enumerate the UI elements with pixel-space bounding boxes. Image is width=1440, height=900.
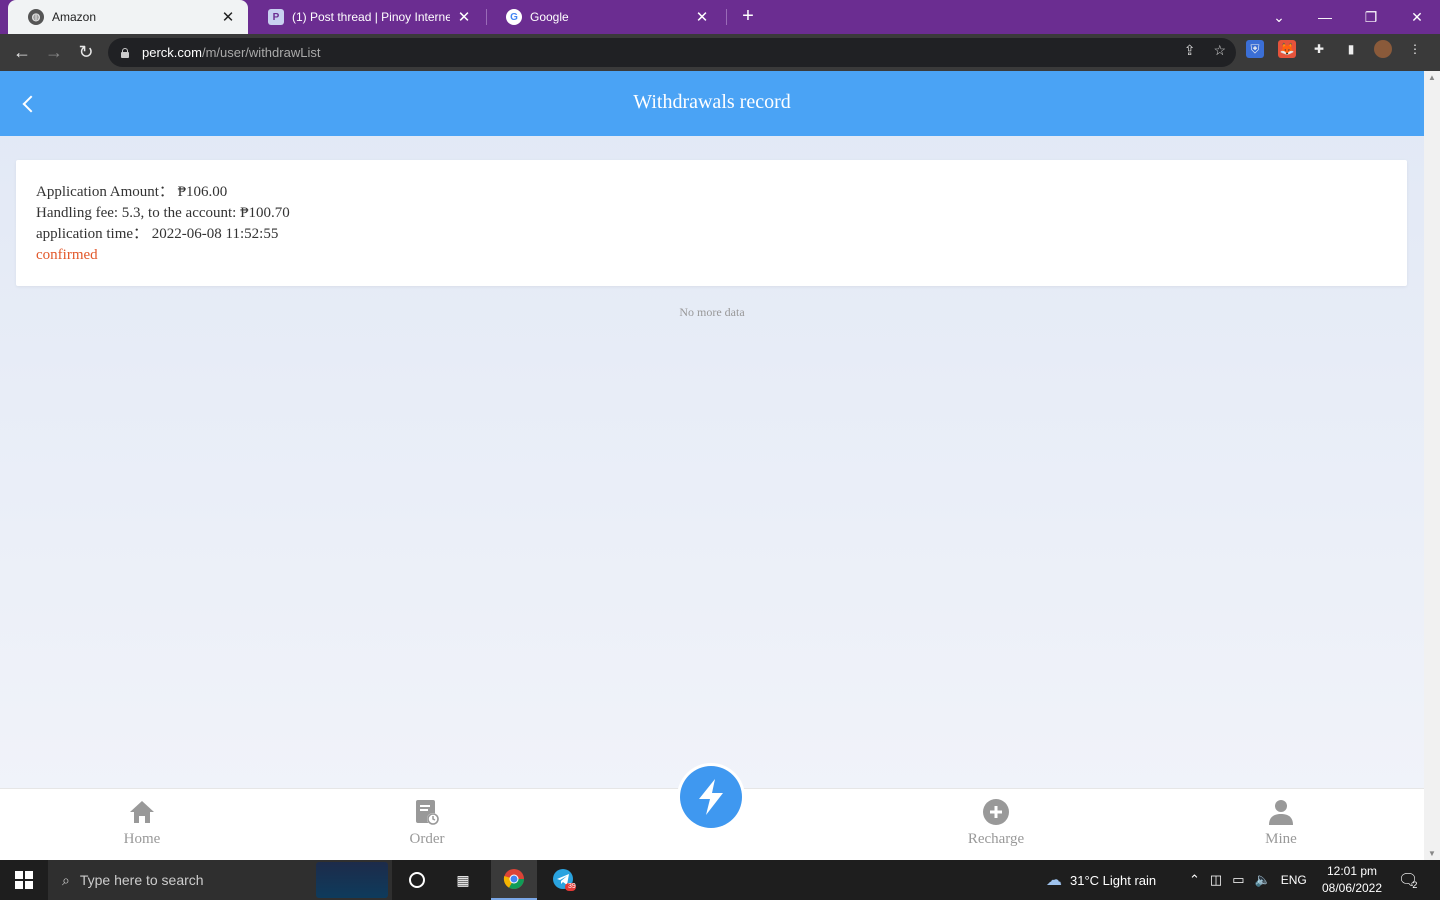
- puzzle-extensions-icon[interactable]: ✚: [1310, 40, 1328, 58]
- extension-icons: ⛨ 🦊 ✚ ▮ ⋮: [1246, 40, 1424, 58]
- handling-fee: Handling fee: 5.3, to the account: ₱100.…: [36, 205, 290, 221]
- application-amount: Application Amount： ₱106.00: [36, 184, 228, 200]
- tab-google[interactable]: G Google ✕: [486, 0, 722, 34]
- windows-taskbar: ⌕ Type here to search ▦ 39 ☁ 31°C Light …: [0, 860, 1440, 900]
- url-path: /m/user/withdrawList: [201, 45, 321, 60]
- globe-icon: ◍: [28, 9, 44, 25]
- system-tray: ⌃ ◫ ▭ 🔈 ENG: [1189, 860, 1307, 900]
- tab-title: (1) Post thread | Pinoy Internet ar: [292, 10, 450, 24]
- back-arrow-icon[interactable]: ←: [6, 37, 38, 69]
- app-header: Withdrawals record: [0, 71, 1424, 136]
- search-icon: ⌕: [62, 871, 70, 888]
- url-host: perck.com: [142, 45, 202, 60]
- network-icon[interactable]: ▭: [1232, 872, 1244, 888]
- share-icon[interactable]: ⇪: [1184, 42, 1196, 59]
- chevron-up-icon[interactable]: ⌃: [1189, 872, 1200, 888]
- browser-toolbar: ← → ↻ perck.com/m/user/withdrawList ⇪ ☆: [0, 34, 1440, 71]
- nav-home-label: Home: [123, 831, 161, 847]
- search-placeholder: Type here to search: [79, 872, 204, 888]
- lightning-icon: [680, 766, 742, 828]
- profile-avatar[interactable]: [1374, 40, 1392, 58]
- nav-mine[interactable]: Mine: [1221, 797, 1341, 848]
- clock-date: 08/06/2022: [1321, 881, 1383, 895]
- cortana-circle-icon[interactable]: [394, 860, 440, 900]
- nav-recharge-label: Recharge: [967, 831, 1025, 847]
- close-window-button[interactable]: ✕: [1394, 0, 1440, 34]
- side-panel-icon[interactable]: ▮: [1342, 40, 1360, 58]
- clock-time: 12:01 pm: [1326, 864, 1378, 878]
- home-icon: [127, 797, 157, 827]
- reload-icon[interactable]: ↻: [70, 37, 102, 69]
- close-tab-icon[interactable]: ✕: [456, 8, 472, 26]
- new-tab-button[interactable]: +: [738, 5, 758, 28]
- page-viewport: Withdrawals record Application Amount： ₱…: [0, 71, 1424, 860]
- scroll-up-icon[interactable]: ▲: [1428, 73, 1436, 82]
- fox-extension-icon[interactable]: 🦊: [1278, 40, 1296, 58]
- rain-cloud-icon: ☁: [1046, 872, 1062, 889]
- forum-favicon-icon: P: [268, 9, 284, 25]
- tab-search-icon[interactable]: ⌄: [1256, 0, 1302, 34]
- application-time: application time： 2022-06-08 11:52:55: [36, 226, 279, 242]
- nav-home[interactable]: Home: [82, 797, 202, 848]
- search-highlight-illustration: [316, 862, 388, 898]
- weather-text: 31°C Light rain: [1070, 872, 1157, 888]
- quick-action-button[interactable]: [677, 763, 745, 831]
- nav-order-label: Order: [409, 831, 445, 847]
- language-indicator[interactable]: ENG: [1281, 873, 1307, 887]
- tab-divider: [726, 9, 727, 25]
- windows-start-icon[interactable]: [0, 860, 48, 900]
- order-clock-icon: [412, 797, 442, 827]
- restore-button[interactable]: ❐: [1348, 0, 1394, 34]
- no-more-data-text: No more data: [679, 305, 745, 319]
- nav-recharge[interactable]: Recharge: [936, 797, 1056, 848]
- tab-pinoy-internet[interactable]: P (1) Post thread | Pinoy Internet ar ✕: [248, 0, 484, 34]
- minimize-button[interactable]: —: [1302, 0, 1348, 34]
- tab-amazon[interactable]: ◍ Amazon ✕: [8, 0, 248, 34]
- address-bar[interactable]: perck.com/m/user/withdrawList ⇪ ☆: [108, 38, 1236, 67]
- close-tab-icon[interactable]: ✕: [220, 8, 236, 26]
- page-scrollbar[interactable]: ▲ ▼: [1424, 71, 1440, 860]
- nav-mine-label: Mine: [1265, 831, 1297, 847]
- nav-order[interactable]: Order: [367, 797, 487, 848]
- plus-circle-icon: [981, 797, 1011, 827]
- notification-count: 2: [1412, 880, 1418, 890]
- taskbar-chrome-icon[interactable]: [491, 860, 537, 900]
- weather-widget[interactable]: ☁ 31°C Light rain: [1046, 860, 1156, 900]
- tab-title: Amazon: [52, 10, 97, 24]
- task-view-icon[interactable]: ▦: [440, 860, 486, 900]
- notification-center-icon[interactable]: 🗨 2: [1398, 860, 1418, 900]
- window-controls: ⌄ — ❐ ✕: [1256, 0, 1440, 34]
- speaker-icon[interactable]: 🔈: [1255, 872, 1271, 888]
- forward-arrow-icon[interactable]: →: [38, 37, 70, 69]
- close-tab-icon[interactable]: ✕: [694, 8, 710, 26]
- browser-menu-icon[interactable]: ⋮: [1406, 40, 1424, 58]
- tab-title: Google: [530, 10, 569, 24]
- bookmark-star-icon[interactable]: ☆: [1213, 42, 1226, 59]
- status-label: confirmed: [36, 247, 98, 263]
- user-icon: [1266, 797, 1296, 827]
- telegram-unread-badge: 39: [568, 883, 576, 890]
- withdrawal-record-card: Application Amount： ₱106.00 Handling fee…: [16, 160, 1407, 286]
- lock-icon[interactable]: [120, 47, 130, 58]
- browser-tab-strip: ◍ Amazon ✕ P (1) Post thread | Pinoy Int…: [0, 0, 1440, 34]
- taskbar-telegram-icon[interactable]: 39: [541, 860, 587, 900]
- google-icon: G: [506, 9, 522, 25]
- shield-extension-icon[interactable]: ⛨: [1246, 40, 1264, 58]
- taskbar-search-box[interactable]: ⌕ Type here to search: [48, 860, 392, 900]
- camera-icon[interactable]: ◫: [1210, 872, 1222, 888]
- taskbar-clock[interactable]: 12:01 pm 08/06/2022: [1318, 863, 1386, 897]
- page-title: Withdrawals record: [633, 91, 791, 113]
- scroll-down-icon[interactable]: ▼: [1428, 849, 1436, 858]
